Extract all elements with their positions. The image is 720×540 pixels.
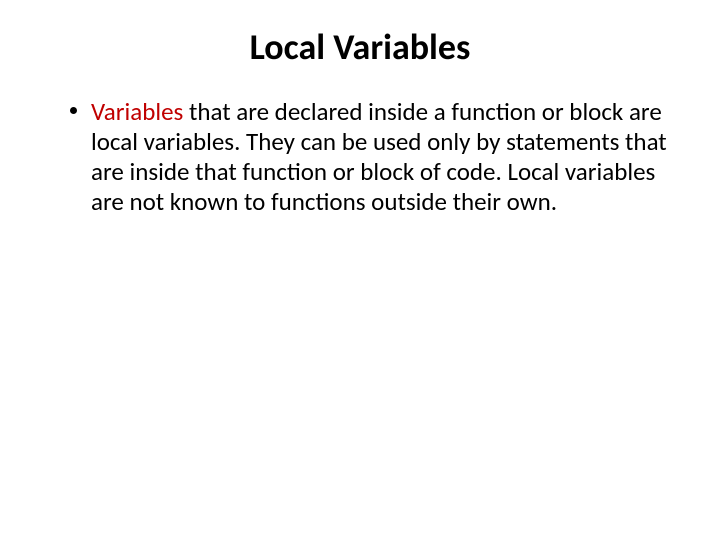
bullet-text: Variables that are declared inside a fun… <box>91 97 670 217</box>
keyword-text: Variables <box>91 96 183 127</box>
slide-title: Local Variables <box>50 25 670 69</box>
bullet-marker-icon <box>70 107 77 114</box>
bullet-item: Variables that are declared inside a fun… <box>70 97 670 217</box>
slide-content: Variables that are declared inside a fun… <box>50 97 670 217</box>
